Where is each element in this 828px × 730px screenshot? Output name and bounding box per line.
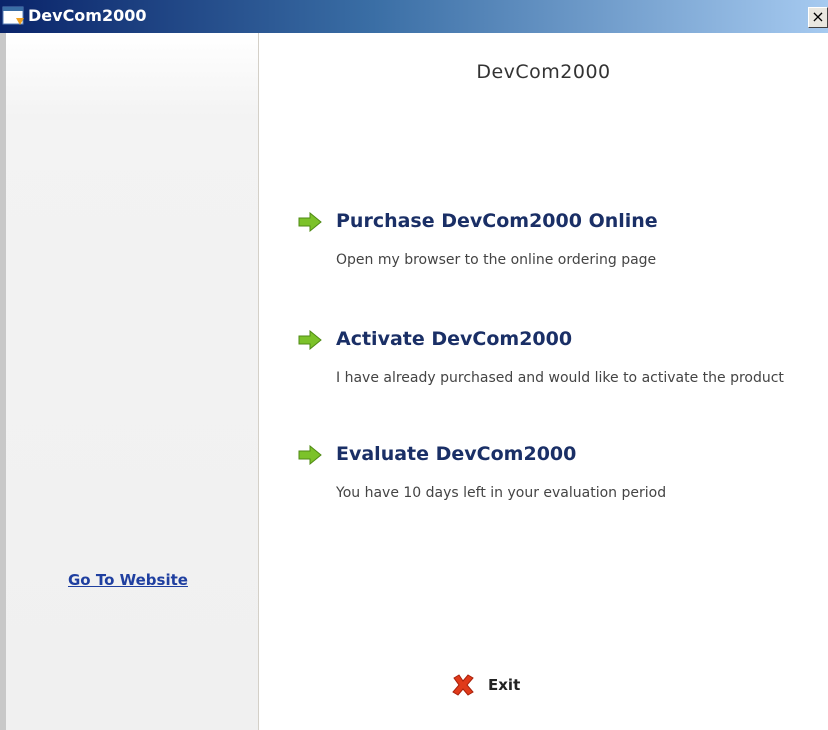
evaluate-option-description: You have 10 days left in your evaluation… [336, 485, 667, 501]
activate-option-description: I have already purchased and would like … [336, 370, 784, 386]
exit-x-icon [452, 674, 474, 696]
sidebar [0, 33, 258, 730]
evaluate-option-title[interactable]: Evaluate DevCom2000 [336, 443, 576, 465]
activate-option-title[interactable]: Activate DevCom2000 [336, 328, 572, 350]
activate-option[interactable]: Activate DevCom2000 I have already purch… [298, 328, 798, 418]
exit-label: Exit [488, 676, 521, 694]
window-title: DevCom2000 [28, 6, 147, 25]
app-window-icon [2, 6, 24, 25]
purchase-option[interactable]: Purchase DevCom2000 Online Open my brows… [298, 210, 798, 280]
close-icon: × [811, 7, 825, 26]
purchase-option-title[interactable]: Purchase DevCom2000 Online [336, 210, 658, 232]
sidebar-divider [258, 33, 259, 730]
purchase-option-description: Open my browser to the online ordering p… [336, 252, 657, 268]
close-button[interactable]: × [808, 7, 828, 28]
green-arrow-icon [298, 330, 322, 350]
go-to-website-link[interactable]: Go To Website [68, 571, 188, 589]
green-arrow-icon [298, 445, 322, 465]
evaluate-option[interactable]: Evaluate DevCom2000 You have 10 days lef… [298, 443, 798, 513]
page-title: DevCom2000 [476, 61, 611, 83]
title-bar[interactable]: DevCom2000 × [0, 0, 828, 33]
green-arrow-icon [298, 212, 322, 232]
